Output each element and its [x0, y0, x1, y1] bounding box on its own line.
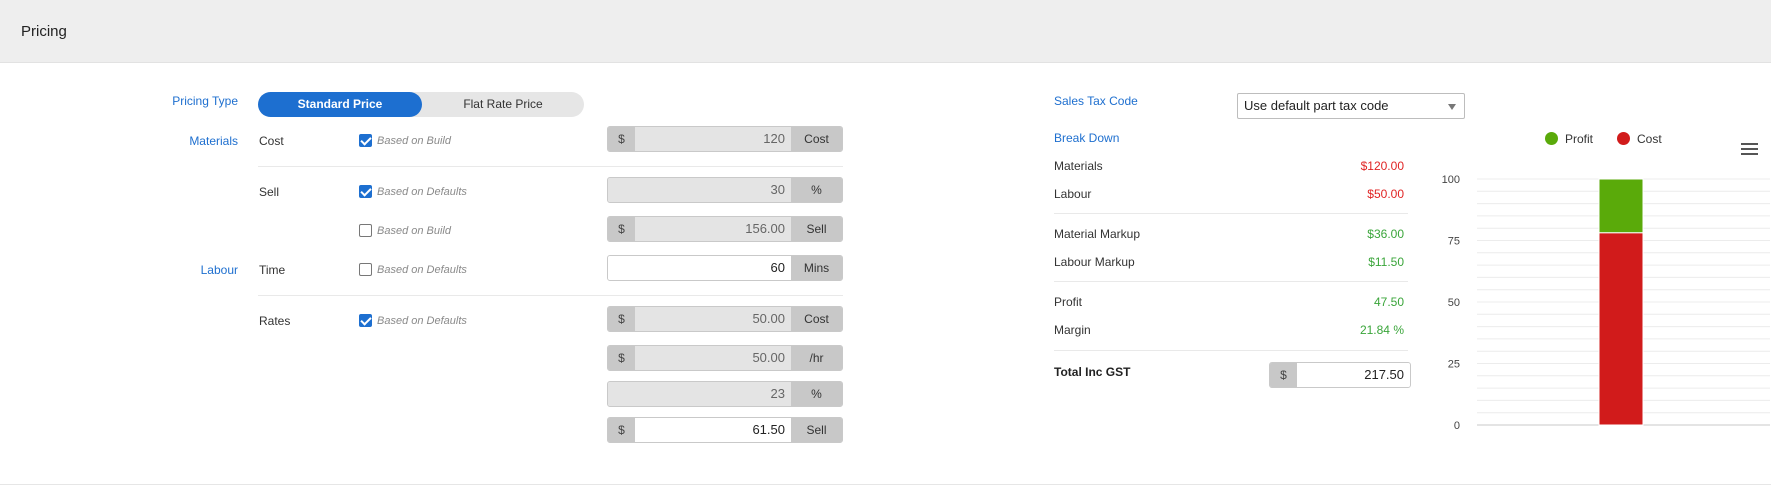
chevron-down-icon: [1448, 104, 1456, 110]
labour-rates-label: Rates: [259, 314, 291, 328]
divider: [1054, 213, 1408, 214]
pricing-type-toggle: Standard Price Flat Rate Price: [258, 92, 584, 117]
breakdown-profit-label: Profit: [1054, 295, 1083, 309]
percent-suffix: %: [791, 178, 842, 202]
labour-markup-input[interactable]: 23: [608, 382, 791, 406]
materials-sell-input-group: $ 156.00 Sell: [607, 216, 843, 242]
pricing-type-label: Pricing Type: [172, 94, 238, 108]
labour-markup-input-group: 23 %: [607, 381, 843, 407]
sell-suffix: Sell: [791, 217, 842, 241]
currency-prefix: $: [608, 307, 635, 331]
sales-tax-code-select[interactable]: Use default part tax code: [1237, 93, 1465, 119]
divider: [0, 484, 1771, 485]
currency-prefix: $: [608, 418, 635, 442]
materials-cost-input[interactable]: 120: [635, 127, 791, 151]
divider: [258, 166, 843, 167]
labour-time-label: Time: [259, 263, 286, 277]
page-header: Pricing: [0, 0, 1771, 63]
materials-sell-label: Sell: [259, 185, 280, 199]
total-inc-gst-label: Total Inc GST: [1054, 365, 1131, 379]
breakdown-material-markup-label: Material Markup: [1054, 227, 1141, 241]
total-inc-gst-input[interactable]: 217.50: [1297, 363, 1410, 387]
labour-sell-input-group: $ 61.50 Sell: [607, 417, 843, 443]
y-tick-label: 75: [1448, 236, 1460, 248]
labour-time-input-group: 60 Mins: [607, 255, 843, 281]
per-hour-suffix: /hr: [791, 346, 842, 370]
breakdown-labour-value: $50.00: [1367, 187, 1404, 201]
breakdown-material-markup-value: $36.00: [1367, 227, 1404, 241]
flat-rate-price-button[interactable]: Flat Rate Price: [422, 92, 584, 117]
breakdown-label: Break Down: [1054, 131, 1120, 145]
labour-rate-input-group: $ 50.00 /hr: [607, 345, 843, 371]
mins-suffix: Mins: [791, 256, 842, 280]
standard-price-button[interactable]: Standard Price: [258, 92, 422, 117]
currency-prefix: $: [608, 127, 635, 151]
materials-cost-label: Cost: [259, 134, 284, 148]
labour-rate-input[interactable]: 50.00: [635, 346, 791, 370]
y-tick-label: 100: [1442, 174, 1460, 186]
page-title: Pricing: [21, 23, 67, 40]
materials-sell-checkbox-label: Based on Defaults: [377, 186, 467, 198]
labour-sell-input[interactable]: 61.50: [635, 418, 791, 442]
y-tick-label: 25: [1448, 359, 1460, 371]
materials-cost-checkbox-label: Based on Build: [377, 135, 451, 147]
currency-prefix: $: [608, 217, 635, 241]
labour-rates-checkbox-label: Based on Defaults: [377, 315, 467, 327]
cost-suffix: Cost: [791, 307, 842, 331]
legend-profit-label[interactable]: Profit: [1565, 132, 1593, 146]
divider: [258, 295, 843, 296]
divider: [1054, 350, 1408, 351]
labour-time-input[interactable]: 60: [608, 256, 791, 280]
labour-cost-input-group: $ 50.00 Cost: [607, 306, 843, 332]
breakdown-materials-value: $120.00: [1360, 159, 1404, 173]
legend-cost-marker: [1617, 132, 1630, 145]
materials-sell-based-on-build-checkbox[interactable]: [359, 224, 372, 237]
y-tick-label: 50: [1448, 297, 1460, 309]
breakdown-labour-markup-label: Labour Markup: [1054, 255, 1135, 269]
materials-markup-input[interactable]: 30: [608, 178, 791, 202]
percent-suffix: %: [791, 382, 842, 406]
breakdown-margin-label: Margin: [1054, 323, 1091, 337]
labour-time-based-on-defaults-checkbox[interactable]: [359, 263, 372, 276]
sales-tax-code-value: Use default part tax code: [1244, 98, 1389, 113]
bar-profit[interactable]: [1598, 178, 1644, 234]
profit-cost-chart: 100 75 50 25 0: [1442, 174, 1770, 432]
breakdown-margin-value: 21.84 %: [1359, 323, 1404, 337]
materials-cost-input-group: $ 120 Cost: [607, 126, 843, 152]
breakdown-labour-label: Labour: [1054, 187, 1092, 201]
currency-prefix: $: [608, 346, 635, 370]
labour-cost-input[interactable]: 50.00: [635, 307, 791, 331]
materials-sell-based-on-defaults-checkbox[interactable]: [359, 185, 372, 198]
bar-cost[interactable]: [1598, 232, 1644, 426]
breakdown-profit-value: 47.50: [1373, 295, 1404, 309]
breakdown-materials-label: Materials: [1054, 159, 1103, 173]
materials-markup-input-group: 30 %: [607, 177, 843, 203]
breakdown-labour-markup-value: $11.50: [1368, 255, 1404, 269]
hamburger-menu-icon[interactable]: [1741, 143, 1758, 156]
labour-section-label: Labour: [200, 263, 238, 277]
labour-rates-based-on-defaults-checkbox[interactable]: [359, 314, 372, 327]
cost-suffix: Cost: [791, 127, 842, 151]
materials-section-label: Materials: [189, 134, 238, 148]
sales-tax-code-label: Sales Tax Code: [1054, 94, 1138, 108]
materials-sell-input[interactable]: 156.00: [635, 217, 791, 241]
sell-suffix: Sell: [791, 418, 842, 442]
materials-sell-build-checkbox-label: Based on Build: [377, 225, 451, 237]
y-tick-label: 0: [1454, 420, 1460, 432]
legend-cost-label[interactable]: Cost: [1637, 132, 1662, 146]
legend-profit-marker: [1545, 132, 1558, 145]
labour-time-checkbox-label: Based on Defaults: [377, 264, 467, 276]
currency-prefix: $: [1270, 363, 1297, 387]
divider: [1054, 281, 1408, 282]
materials-cost-based-on-build-checkbox[interactable]: [359, 134, 372, 147]
total-input-group: $ 217.50: [1269, 362, 1411, 388]
